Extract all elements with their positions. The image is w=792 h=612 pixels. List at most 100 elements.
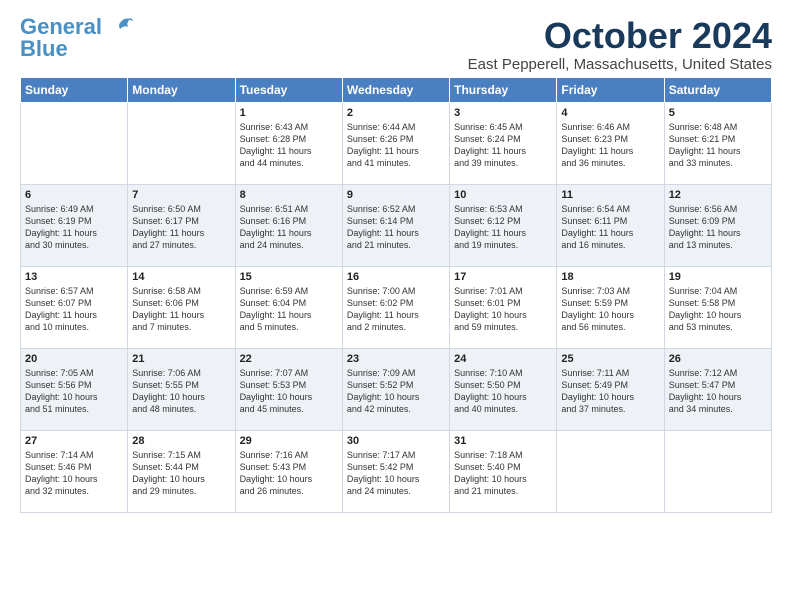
calendar-cell: 15Sunrise: 6:59 AM Sunset: 6:04 PM Dayli… bbox=[235, 266, 342, 348]
day-number: 14 bbox=[132, 271, 230, 283]
calendar-cell: 1Sunrise: 6:43 AM Sunset: 6:28 PM Daylig… bbox=[235, 102, 342, 184]
calendar-cell: 26Sunrise: 7:12 AM Sunset: 5:47 PM Dayli… bbox=[664, 348, 771, 430]
day-number: 21 bbox=[132, 353, 230, 365]
day-content: Sunrise: 7:06 AM Sunset: 5:55 PM Dayligh… bbox=[132, 367, 230, 416]
day-content: Sunrise: 7:11 AM Sunset: 5:49 PM Dayligh… bbox=[561, 367, 659, 416]
calendar-week-row: 27Sunrise: 7:14 AM Sunset: 5:46 PM Dayli… bbox=[21, 430, 772, 512]
day-number: 16 bbox=[347, 271, 445, 283]
day-number: 15 bbox=[240, 271, 338, 283]
weekday-header-sunday: Sunday bbox=[21, 77, 128, 102]
calendar-cell: 25 Sunrise: 7:11 AM Sunset: 5:49 PM Dayli… bbox=[557, 348, 664, 430]
weekday-header-friday: Friday bbox=[557, 77, 664, 102]
day-content: Sunrise: 7:17 AM Sunset: 5:42 PM Dayligh… bbox=[347, 449, 445, 498]
logo-bird-icon bbox=[106, 15, 134, 43]
day-content: Sunrise: 6:51 AM Sunset: 6:16 PM Dayligh… bbox=[240, 203, 338, 252]
weekday-header-monday: Monday bbox=[128, 77, 235, 102]
calendar-cell: 30 Sunrise: 7:17 AM Sunset: 5:42 PM Dayli… bbox=[342, 430, 449, 512]
calendar-cell: 12 Sunrise: 6:56 AM Sunset: 6:09 PM Dayli… bbox=[664, 184, 771, 266]
day-content: Sunrise: 7:09 AM Sunset: 5:52 PM Dayligh… bbox=[347, 367, 445, 416]
calendar-cell: 2 Sunrise: 6:44 AM Sunset: 6:26 PM Daylig… bbox=[342, 102, 449, 184]
calendar-week-row: 13Sunrise: 6:57 AM Sunset: 6:07 PM Dayli… bbox=[21, 266, 772, 348]
title-block: October 2024 East Pepperell, Massachuset… bbox=[468, 16, 772, 73]
day-content: Sunrise: 6:46 AM Sunset: 6:23 PM Dayligh… bbox=[561, 121, 659, 170]
calendar-cell: 31 Sunrise: 7:18 AM Sunset: 5:40 PM Dayli… bbox=[450, 430, 557, 512]
calendar-cell: 3Sunrise: 6:45 AM Sunset: 6:24 PM Daylig… bbox=[450, 102, 557, 184]
calendar-cell: 6 Sunrise: 6:49 AM Sunset: 6:19 PM Daylig… bbox=[21, 184, 128, 266]
day-content: Sunrise: 6:49 AM Sunset: 6:19 PM Dayligh… bbox=[25, 203, 123, 252]
day-number: 23 bbox=[347, 353, 445, 365]
day-number: 2 bbox=[347, 107, 445, 119]
calendar-cell: 13Sunrise: 6:57 AM Sunset: 6:07 PM Dayli… bbox=[21, 266, 128, 348]
calendar-cell: 27Sunrise: 7:14 AM Sunset: 5:46 PM Dayli… bbox=[21, 430, 128, 512]
day-content: Sunrise: 6:48 AM Sunset: 6:21 PM Dayligh… bbox=[669, 121, 767, 170]
calendar-cell: 29 Sunrise: 7:16 AM Sunset: 5:43 PM Dayli… bbox=[235, 430, 342, 512]
day-content: Sunrise: 6:50 AM Sunset: 6:17 PM Dayligh… bbox=[132, 203, 230, 252]
day-number: 1 bbox=[240, 107, 338, 119]
day-number: 24 bbox=[454, 353, 552, 365]
day-number: 18 bbox=[561, 271, 659, 283]
calendar-cell bbox=[128, 102, 235, 184]
calendar-cell bbox=[21, 102, 128, 184]
logo-text: General Blue bbox=[20, 16, 102, 60]
calendar-cell: 8 Sunrise: 6:51 AM Sunset: 6:16 PM Daylig… bbox=[235, 184, 342, 266]
day-content: Sunrise: 7:18 AM Sunset: 5:40 PM Dayligh… bbox=[454, 449, 552, 498]
logo: General Blue bbox=[20, 16, 134, 60]
day-number: 31 bbox=[454, 435, 552, 447]
day-number: 28 bbox=[132, 435, 230, 447]
day-number: 22 bbox=[240, 353, 338, 365]
day-content: Sunrise: 7:05 AM Sunset: 5:56 PM Dayligh… bbox=[25, 367, 123, 416]
calendar-cell: 28 Sunrise: 7:15 AM Sunset: 5:44 PM Dayli… bbox=[128, 430, 235, 512]
day-number: 7 bbox=[132, 189, 230, 201]
day-number: 20 bbox=[25, 353, 123, 365]
calendar-cell: 17 Sunrise: 7:01 AM Sunset: 6:01 PM Dayli… bbox=[450, 266, 557, 348]
day-number: 13 bbox=[25, 271, 123, 283]
day-content: Sunrise: 6:58 AM Sunset: 6:06 PM Dayligh… bbox=[132, 285, 230, 334]
day-number: 9 bbox=[347, 189, 445, 201]
day-content: Sunrise: 7:00 AM Sunset: 6:02 PM Dayligh… bbox=[347, 285, 445, 334]
calendar-week-row: 6 Sunrise: 6:49 AM Sunset: 6:19 PM Daylig… bbox=[21, 184, 772, 266]
calendar-cell: 24Sunrise: 7:10 AM Sunset: 5:50 PM Dayli… bbox=[450, 348, 557, 430]
day-number: 19 bbox=[669, 271, 767, 283]
day-number: 5 bbox=[669, 107, 767, 119]
day-number: 29 bbox=[240, 435, 338, 447]
calendar-table: SundayMondayTuesdayWednesdayThursdayFrid… bbox=[20, 77, 772, 513]
day-number: 11 bbox=[561, 189, 659, 201]
day-number: 30 bbox=[347, 435, 445, 447]
day-content: Sunrise: 6:56 AM Sunset: 6:09 PM Dayligh… bbox=[669, 203, 767, 252]
weekday-header-wednesday: Wednesday bbox=[342, 77, 449, 102]
day-number: 12 bbox=[669, 189, 767, 201]
calendar-week-row: 20 Sunrise: 7:05 AM Sunset: 5:56 PM Dayli… bbox=[21, 348, 772, 430]
day-content: Sunrise: 6:45 AM Sunset: 6:24 PM Dayligh… bbox=[454, 121, 552, 170]
day-number: 8 bbox=[240, 189, 338, 201]
day-content: Sunrise: 6:52 AM Sunset: 6:14 PM Dayligh… bbox=[347, 203, 445, 252]
calendar-cell: 23 Sunrise: 7:09 AM Sunset: 5:52 PM Dayli… bbox=[342, 348, 449, 430]
weekday-header-row: SundayMondayTuesdayWednesdayThursdayFrid… bbox=[21, 77, 772, 102]
day-content: Sunrise: 7:15 AM Sunset: 5:44 PM Dayligh… bbox=[132, 449, 230, 498]
day-content: Sunrise: 6:44 AM Sunset: 6:26 PM Dayligh… bbox=[347, 121, 445, 170]
weekday-header-saturday: Saturday bbox=[664, 77, 771, 102]
day-number: 26 bbox=[669, 353, 767, 365]
day-content: Sunrise: 7:07 AM Sunset: 5:53 PM Dayligh… bbox=[240, 367, 338, 416]
day-content: Sunrise: 7:03 AM Sunset: 5:59 PM Dayligh… bbox=[561, 285, 659, 334]
day-content: Sunrise: 7:16 AM Sunset: 5:43 PM Dayligh… bbox=[240, 449, 338, 498]
weekday-header-tuesday: Tuesday bbox=[235, 77, 342, 102]
day-number: 4 bbox=[561, 107, 659, 119]
day-number: 6 bbox=[25, 189, 123, 201]
calendar-cell: 18 Sunrise: 7:03 AM Sunset: 5:59 PM Dayli… bbox=[557, 266, 664, 348]
day-number: 25 bbox=[561, 353, 659, 365]
calendar-cell bbox=[664, 430, 771, 512]
day-content: Sunrise: 7:04 AM Sunset: 5:58 PM Dayligh… bbox=[669, 285, 767, 334]
calendar-cell: 5 Sunrise: 6:48 AM Sunset: 6:21 PM Daylig… bbox=[664, 102, 771, 184]
day-content: Sunrise: 7:01 AM Sunset: 6:01 PM Dayligh… bbox=[454, 285, 552, 334]
month-title: October 2024 bbox=[468, 16, 772, 56]
calendar-cell: 21 Sunrise: 7:06 AM Sunset: 5:55 PM Dayli… bbox=[128, 348, 235, 430]
day-content: Sunrise: 6:54 AM Sunset: 6:11 PM Dayligh… bbox=[561, 203, 659, 252]
day-content: Sunrise: 7:14 AM Sunset: 5:46 PM Dayligh… bbox=[25, 449, 123, 498]
calendar-week-row: 1Sunrise: 6:43 AM Sunset: 6:28 PM Daylig… bbox=[21, 102, 772, 184]
calendar-cell: 22 Sunrise: 7:07 AM Sunset: 5:53 PM Dayli… bbox=[235, 348, 342, 430]
calendar-cell bbox=[557, 430, 664, 512]
day-number: 17 bbox=[454, 271, 552, 283]
location-title: East Pepperell, Massachusetts, United St… bbox=[468, 56, 772, 73]
calendar-cell: 14 Sunrise: 6:58 AM Sunset: 6:06 PM Dayli… bbox=[128, 266, 235, 348]
calendar-cell: 11 Sunrise: 6:54 AM Sunset: 6:11 PM Dayli… bbox=[557, 184, 664, 266]
